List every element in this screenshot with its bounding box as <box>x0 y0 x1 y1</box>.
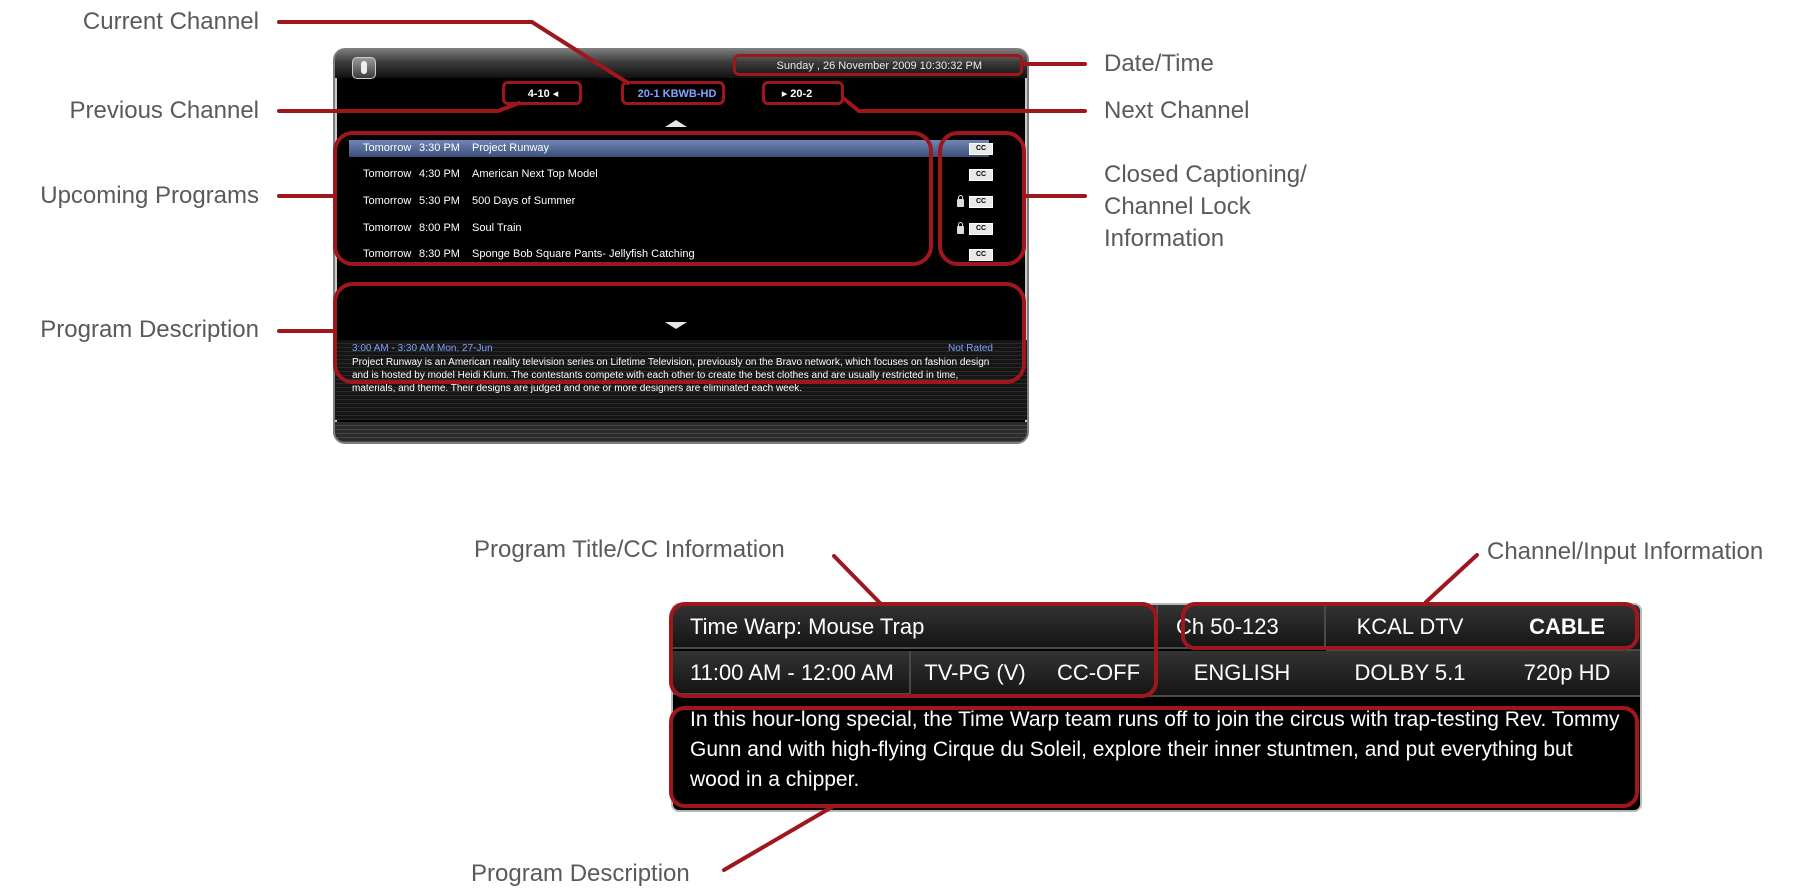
highlight-upcoming-programs <box>333 131 933 266</box>
highlight-program-description-top <box>333 282 1026 384</box>
video-resolution: 720p HD <box>1494 651 1640 697</box>
callout-cc-line3: Information <box>1104 225 1225 252</box>
audio-language: ENGLISH <box>1158 651 1328 697</box>
highlight-current-channel <box>621 81 725 105</box>
audio-format: DOLBY 5.1 <box>1326 651 1496 697</box>
highlight-program-description-bottom <box>669 706 1639 808</box>
callout-program-description-bottom: Program Description <box>471 860 690 887</box>
highlight-program-title-cc <box>669 602 1158 698</box>
callout-cc-line1: Closed Captioning/ <box>1104 161 1307 188</box>
callout-date-time: Date/Time <box>1104 50 1214 77</box>
callout-cc-line2: Channel Lock <box>1104 193 1251 220</box>
scroll-up-arrow-icon[interactable] <box>665 120 687 127</box>
highlight-cc-lock <box>938 131 1026 266</box>
callout-program-description-top: Program Description <box>40 316 259 343</box>
callout-next-channel: Next Channel <box>1104 97 1250 124</box>
highlight-next-channel <box>762 81 844 105</box>
callout-current-channel: Current Channel <box>82 8 259 35</box>
callout-previous-channel: Previous Channel <box>69 97 259 124</box>
callout-program-title-cc: Program Title/CC Information <box>474 536 785 563</box>
highlight-channel-input <box>1181 602 1639 650</box>
highlight-previous-channel <box>502 81 582 105</box>
remote-logo-icon <box>352 57 376 79</box>
guide-footer <box>335 422 1027 442</box>
leader-program-description-bottom <box>722 805 834 872</box>
leader-channel-input <box>1424 553 1479 604</box>
highlight-date-time <box>733 54 1023 76</box>
callout-channel-input: Channel/Input Information <box>1487 538 1764 565</box>
leader-program-title-cc <box>832 554 882 605</box>
callout-upcoming-programs: Upcoming Programs <box>40 182 259 209</box>
